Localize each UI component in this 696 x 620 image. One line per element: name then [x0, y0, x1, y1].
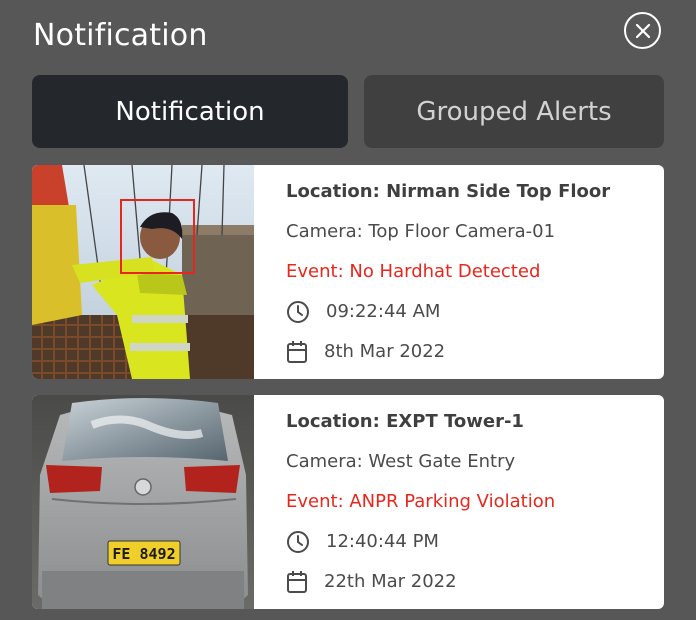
clock-icon [287, 531, 309, 553]
event-text: Event: ANPR Parking Violation [286, 491, 556, 512]
tab-notification[interactable]: Notification [32, 75, 348, 148]
clock-icon [287, 301, 309, 323]
event-snapshot: FE 8492 [32, 395, 254, 609]
calendar-icon [287, 571, 307, 593]
camera-text: Camera: Top Floor Camera-01 [286, 221, 556, 242]
close-button[interactable] [624, 12, 661, 49]
construction-worker-image [32, 165, 254, 379]
time-text: 09:22:44 AM [326, 301, 441, 322]
license-plate-text: FE 8492 [112, 545, 175, 563]
tab-grouped-alerts[interactable]: Grouped Alerts [364, 75, 664, 148]
calendar-icon [287, 341, 307, 363]
event-snapshot [32, 165, 254, 379]
notification-card[interactable]: FE 8492 Location: EXPT Tower-1 Camera: W… [32, 395, 664, 609]
notification-card[interactable]: Location: Nirman Side Top Floor Camera: … [32, 165, 664, 379]
close-icon [635, 23, 650, 38]
car-rear-image: FE 8492 [32, 395, 254, 609]
notification-details: Location: EXPT Tower-1 Camera: West Gate… [286, 395, 664, 609]
location-text: Location: Nirman Side Top Floor [286, 181, 611, 202]
date-text: 22th Mar 2022 [324, 571, 457, 592]
date-text: 8th Mar 2022 [324, 341, 446, 362]
camera-text: Camera: West Gate Entry [286, 451, 516, 472]
notification-details: Location: Nirman Side Top Floor Camera: … [286, 165, 664, 379]
event-text: Event: No Hardhat Detected [286, 261, 541, 282]
time-text: 12:40:44 PM [326, 531, 439, 552]
panel-title: Notification [33, 18, 208, 53]
notification-panel: Notification Notification Grouped Alerts [0, 0, 696, 620]
location-text: Location: EXPT Tower-1 [286, 411, 524, 432]
